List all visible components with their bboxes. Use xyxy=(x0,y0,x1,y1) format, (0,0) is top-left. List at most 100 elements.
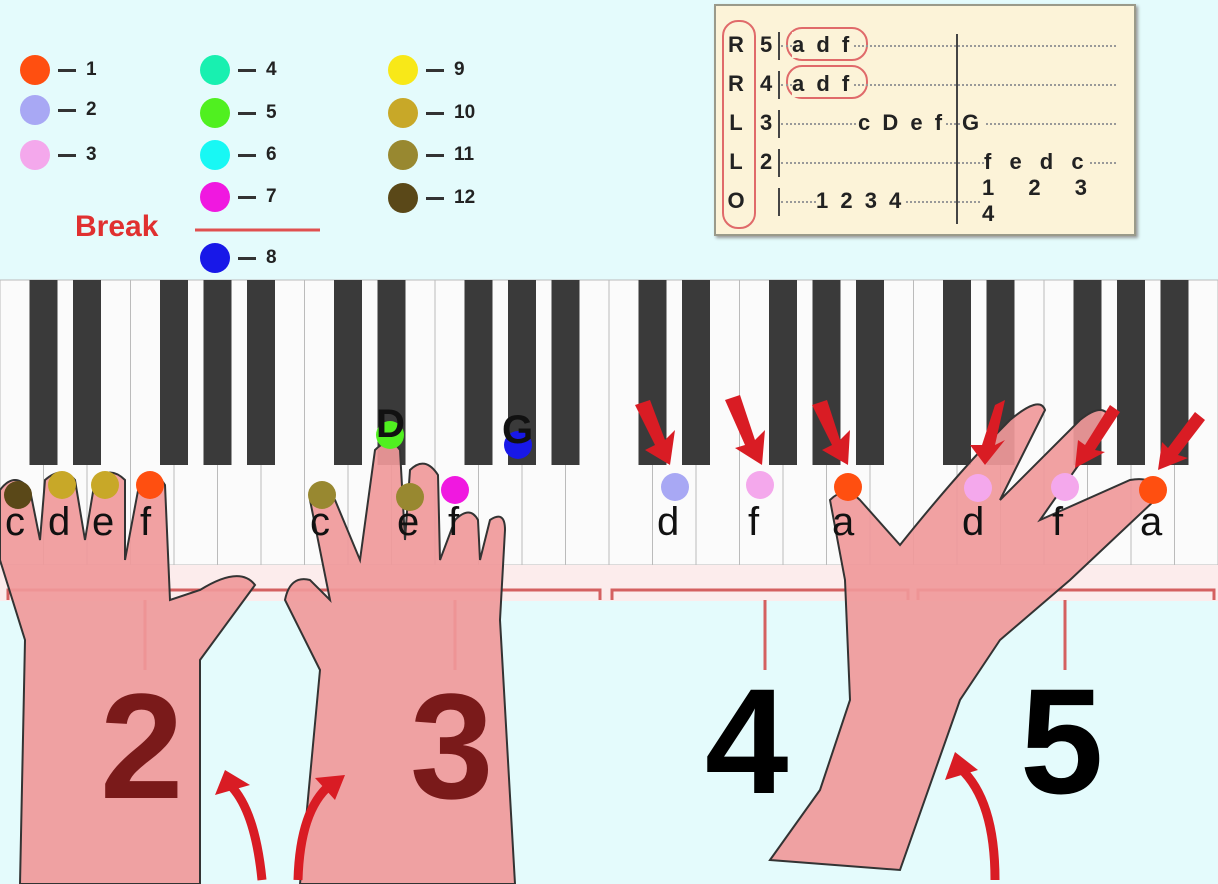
color-dot xyxy=(388,183,418,213)
black-key[interactable] xyxy=(29,280,58,465)
black-key-label: G xyxy=(502,408,534,452)
legend-label: 12 xyxy=(454,187,476,208)
legend-item: 7 xyxy=(200,182,277,212)
note-label: c xyxy=(310,500,330,544)
color-dot xyxy=(200,98,230,128)
dash xyxy=(426,68,444,72)
tab-hand: L xyxy=(729,149,743,174)
color-dot xyxy=(200,243,230,273)
color-dot xyxy=(20,140,50,170)
black-key[interactable] xyxy=(943,280,971,465)
tab-row: L3 c D e f G xyxy=(726,104,1126,142)
dash xyxy=(58,108,76,112)
black-key[interactable] xyxy=(682,280,710,465)
color-dot xyxy=(200,140,230,170)
dash xyxy=(238,111,256,115)
legend-label: 6 xyxy=(266,144,277,165)
position-3: 3 xyxy=(410,662,494,830)
note-label: f xyxy=(140,500,152,544)
black-key[interactable] xyxy=(769,280,797,465)
legend-label: 7 xyxy=(266,186,277,207)
legend-item: 3 xyxy=(20,140,97,170)
black-key[interactable] xyxy=(203,280,232,465)
legend-item: 11 xyxy=(388,140,474,170)
note-label: f xyxy=(1052,500,1064,544)
tab-notes: a d f xyxy=(792,71,853,97)
note-label: d xyxy=(962,500,985,544)
legend-item: 1 xyxy=(20,55,97,85)
finger-dot xyxy=(48,471,76,499)
color-dot xyxy=(200,182,230,212)
tab-notes: 1 2 3 4 xyxy=(982,175,1126,227)
position-2: 2 xyxy=(100,662,184,830)
dash xyxy=(426,111,444,115)
tablature-box: R5 a d f R4 a d f L3 c D e f G L2 f e d c O 1 2 3 … xyxy=(714,4,1136,236)
legend-item: 10 xyxy=(388,98,475,128)
legend-label: 2 xyxy=(86,99,97,120)
note-label: c xyxy=(5,500,25,544)
legend-item: 4 xyxy=(200,55,277,85)
note-label: e xyxy=(92,500,115,544)
tab-string: 2 xyxy=(760,149,773,174)
finger-dot xyxy=(136,471,164,499)
legend-item: 2 xyxy=(20,95,97,125)
black-key-label: D xyxy=(376,402,405,446)
curved-arrow-icon xyxy=(226,781,267,881)
legend-label: 8 xyxy=(266,247,277,268)
legend-label: 10 xyxy=(454,102,476,123)
tab-row: O 1 2 3 4 1 2 3 4 xyxy=(726,175,1126,227)
color-dot xyxy=(388,55,418,85)
finger-dot xyxy=(746,471,774,499)
break-label: Break xyxy=(75,210,159,243)
dash xyxy=(58,68,76,72)
black-key[interactable] xyxy=(73,280,101,465)
legend-label: 4 xyxy=(266,59,277,80)
note-label: f xyxy=(748,500,760,544)
legend-item: 8 xyxy=(200,243,277,273)
dash xyxy=(58,153,76,157)
dash xyxy=(426,153,444,157)
note-label: d xyxy=(657,500,680,544)
note-label: f xyxy=(448,500,460,544)
tab-row: R5 a d f xyxy=(726,26,1126,64)
tab-string: 4 xyxy=(760,71,773,96)
note-label: e xyxy=(397,500,420,544)
black-key[interactable] xyxy=(1117,280,1145,465)
finger-dot xyxy=(661,473,689,501)
color-dot xyxy=(388,140,418,170)
black-key[interactable] xyxy=(464,280,493,465)
finger-dot xyxy=(1051,473,1079,501)
legend-item: 5 xyxy=(200,98,277,128)
dash xyxy=(238,256,256,260)
tab-row: R4 a d f xyxy=(726,65,1126,103)
black-key[interactable] xyxy=(551,280,580,465)
dash xyxy=(426,196,444,200)
tab-string: 5 xyxy=(760,32,773,57)
legend-item: 6 xyxy=(200,140,277,170)
note-label: a xyxy=(832,500,855,544)
black-key[interactable] xyxy=(247,280,275,465)
dash xyxy=(238,195,256,199)
finger-dot xyxy=(91,471,119,499)
dash xyxy=(238,68,256,72)
black-key[interactable] xyxy=(856,280,884,465)
tab-notes: a d f xyxy=(792,32,853,58)
note-label: a xyxy=(1140,500,1163,544)
curved-arrow-icon xyxy=(956,764,1000,881)
legend-item: 12 xyxy=(388,183,475,213)
tab-hand: O xyxy=(727,188,745,213)
legend-label: 9 xyxy=(454,59,465,80)
legend-label: 1 xyxy=(86,59,97,80)
black-key[interactable] xyxy=(160,280,188,465)
tab-hand: L xyxy=(729,110,743,135)
tab-hand: R xyxy=(728,32,744,57)
color-dot xyxy=(20,55,50,85)
black-key[interactable] xyxy=(334,280,362,465)
finger-dot xyxy=(964,474,992,502)
legend-label: 5 xyxy=(266,102,277,123)
legend-label: 3 xyxy=(86,144,97,165)
color-dot xyxy=(388,98,418,128)
legend-label: 11 xyxy=(454,144,475,165)
color-dot xyxy=(20,95,50,125)
position-5: 5 xyxy=(1020,657,1104,825)
